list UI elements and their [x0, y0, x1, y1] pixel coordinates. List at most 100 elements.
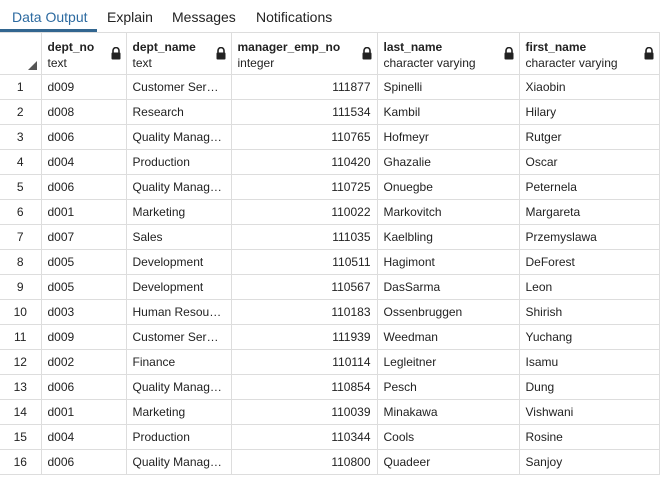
cell-dept-name[interactable]: Production — [126, 424, 232, 450]
cell-last-name[interactable]: Spinelli — [377, 74, 520, 100]
table-row[interactable]: 4 d004 Production 110420 Ghazalie Oscar — [0, 149, 660, 175]
cell-first-name[interactable]: Isamu — [519, 349, 660, 375]
cell-first-name[interactable]: Xiaobin — [519, 74, 660, 100]
cell-manager-emp-no[interactable]: 110022 — [231, 199, 378, 225]
cell-last-name[interactable]: Hofmeyr — [377, 124, 520, 150]
row-number[interactable]: 16 — [0, 449, 42, 475]
table-row[interactable]: 2 d008 Research 111534 Kambil Hilary — [0, 99, 660, 125]
table-row[interactable]: 1 d009 Customer Service 111877 Spinelli Xiaob… — [0, 74, 660, 100]
cell-dept-no[interactable]: d005 — [41, 249, 127, 275]
tab-explain[interactable]: Explain — [107, 0, 153, 32]
row-number[interactable]: 13 — [0, 374, 42, 400]
select-all-corner[interactable] — [0, 33, 42, 75]
cell-dept-no[interactable]: d004 — [41, 149, 127, 175]
cell-dept-no[interactable]: d009 — [41, 74, 127, 100]
cell-manager-emp-no[interactable]: 111877 — [231, 74, 378, 100]
cell-first-name[interactable]: Margareta — [519, 199, 660, 225]
cell-dept-name[interactable]: Finance — [126, 349, 232, 375]
cell-first-name[interactable]: Shirish — [519, 299, 660, 325]
cell-first-name[interactable]: Oscar — [519, 149, 660, 175]
table-row[interactable]: 10 d003 Human Resources 110183 Ossenbruggen S… — [0, 299, 660, 325]
cell-dept-name[interactable]: Marketing — [126, 399, 232, 425]
cell-last-name[interactable]: Kaelbling — [377, 224, 520, 250]
cell-last-name[interactable]: Cools — [377, 424, 520, 450]
cell-dept-no[interactable]: d001 — [41, 399, 127, 425]
row-number[interactable]: 1 — [0, 74, 42, 100]
table-row[interactable]: 14 d001 Marketing 110039 Minakawa Vishwani — [0, 399, 660, 425]
row-number[interactable]: 5 — [0, 174, 42, 200]
cell-last-name[interactable]: DasSarma — [377, 274, 520, 300]
cell-manager-emp-no[interactable]: 110114 — [231, 349, 378, 375]
cell-manager-emp-no[interactable]: 110344 — [231, 424, 378, 450]
row-number[interactable]: 4 — [0, 149, 42, 175]
row-number[interactable]: 2 — [0, 99, 42, 125]
cell-dept-name[interactable]: Research — [126, 99, 232, 125]
table-row[interactable]: 3d006Quality Management110765HofmeyrRutg… — [0, 124, 660, 150]
table-row[interactable]: 5d006Quality Management110725OnuegbePete… — [0, 174, 660, 200]
table-row[interactable]: 12 d002 Finance 110114 Legleitner Isamu — [0, 349, 660, 375]
cell-last-name[interactable]: Hagimont — [377, 249, 520, 275]
column-header-manager-emp-no[interactable]: manager_emp_no integer — [231, 33, 378, 75]
cell-last-name[interactable]: Weedman — [377, 324, 520, 350]
cell-last-name[interactable]: Kambil — [377, 99, 520, 125]
column-header-dept-no[interactable]: dept_no text — [41, 33, 127, 75]
cell-first-name[interactable]: Peternela — [519, 174, 660, 200]
row-number[interactable]: 11 — [0, 324, 42, 350]
cell-dept-no[interactable]: d002 — [41, 349, 127, 375]
cell-dept-name[interactable]: Development — [126, 274, 232, 300]
row-number[interactable]: 7 — [0, 224, 42, 250]
row-number[interactable]: 8 — [0, 249, 42, 275]
cell-manager-emp-no[interactable]: 110765 — [231, 124, 378, 150]
cell-last-name[interactable]: Minakawa — [377, 399, 520, 425]
cell-manager-emp-no[interactable]: 111035 — [231, 224, 378, 250]
table-row[interactable]: 7 d007 Sales 111035 Kaelbling Przemyslawa — [0, 224, 660, 250]
column-header-last-name[interactable]: last_name character varying — [377, 33, 520, 75]
row-number[interactable]: 10 — [0, 299, 42, 325]
cell-dept-name[interactable]: Marketing — [126, 199, 232, 225]
cell-dept-name[interactable]: Quality Management — [126, 449, 232, 475]
cell-dept-name[interactable]: Quality Management — [126, 124, 232, 150]
cell-manager-emp-no[interactable]: 110039 — [231, 399, 378, 425]
cell-dept-name[interactable]: Human Resources — [126, 299, 232, 325]
cell-dept-name[interactable]: Development — [126, 249, 232, 275]
cell-manager-emp-no[interactable]: 110183 — [231, 299, 378, 325]
cell-first-name[interactable]: Leon — [519, 274, 660, 300]
cell-first-name[interactable]: Rosine — [519, 424, 660, 450]
cell-dept-no[interactable]: d006 — [41, 124, 127, 150]
cell-dept-no[interactable]: d006 — [41, 174, 127, 200]
cell-manager-emp-no[interactable]: 110725 — [231, 174, 378, 200]
cell-manager-emp-no[interactable]: 110420 — [231, 149, 378, 175]
table-row[interactable]: 9 d005 Development 110567 DasSarma Leon — [0, 274, 660, 300]
cell-first-name[interactable]: Sanjoy — [519, 449, 660, 475]
row-number[interactable]: 15 — [0, 424, 42, 450]
cell-dept-name[interactable]: Customer Service — [126, 324, 232, 350]
cell-dept-no[interactable]: d008 — [41, 99, 127, 125]
tab-notifications[interactable]: Notifications — [256, 0, 332, 32]
cell-last-name[interactable]: Ghazalie — [377, 149, 520, 175]
cell-dept-no[interactable]: d006 — [41, 449, 127, 475]
row-number[interactable]: 12 — [0, 349, 42, 375]
cell-dept-no[interactable]: d004 — [41, 424, 127, 450]
cell-last-name[interactable]: Pesch — [377, 374, 520, 400]
cell-manager-emp-no[interactable]: 110567 — [231, 274, 378, 300]
table-row[interactable]: 11 d009 Customer Service 111939 Weedman Yucha… — [0, 324, 660, 350]
cell-manager-emp-no[interactable]: 110854 — [231, 374, 378, 400]
cell-dept-name[interactable]: Customer Service — [126, 74, 232, 100]
cell-dept-name[interactable]: Quality Management — [126, 174, 232, 200]
cell-first-name[interactable]: Przemyslawa — [519, 224, 660, 250]
cell-first-name[interactable]: Rutger — [519, 124, 660, 150]
cell-dept-no[interactable]: d009 — [41, 324, 127, 350]
tab-data-output[interactable]: Data Output — [12, 0, 88, 32]
cell-dept-no[interactable]: d005 — [41, 274, 127, 300]
cell-last-name[interactable]: Ossenbruggen — [377, 299, 520, 325]
row-number[interactable]: 9 — [0, 274, 42, 300]
cell-last-name[interactable]: Quadeer — [377, 449, 520, 475]
cell-dept-no[interactable]: d003 — [41, 299, 127, 325]
table-row[interactable]: 6 d001 Marketing 110022 Markovitch Margareta — [0, 199, 660, 225]
row-number[interactable]: 3 — [0, 124, 42, 150]
column-header-first-name[interactable]: first_name character varying — [519, 33, 660, 75]
cell-first-name[interactable]: Dung — [519, 374, 660, 400]
cell-last-name[interactable]: Markovitch — [377, 199, 520, 225]
tab-messages[interactable]: Messages — [172, 0, 236, 32]
cell-dept-no[interactable]: d007 — [41, 224, 127, 250]
